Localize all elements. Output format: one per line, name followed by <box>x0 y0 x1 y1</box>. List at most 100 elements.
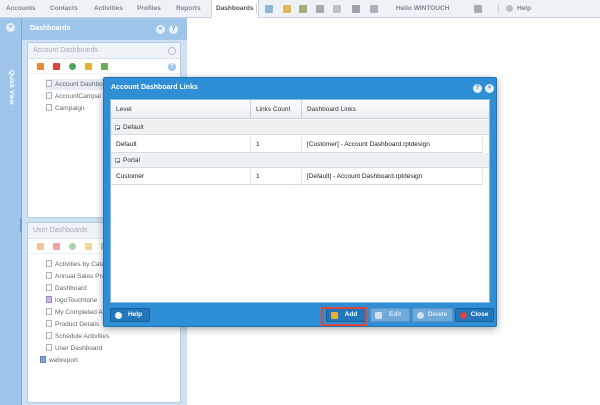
nav-dashboards[interactable]: Dashboards <box>211 0 259 18</box>
nav-separator <box>498 4 499 14</box>
close-button[interactable]: Close <box>455 308 494 322</box>
group-label: Default <box>123 124 144 131</box>
tree-item[interactable]: My Completed A <box>46 307 103 318</box>
account-dashboard-links-dialog: Account Dashboard Links ? × Level Links … <box>103 77 497 327</box>
tree-item[interactable]: Dashboard <box>46 283 87 294</box>
cell-dashboard-links: [Customer] - Account Dashboard.rptdesign <box>302 137 483 153</box>
edit-list-icon[interactable] <box>316 5 324 13</box>
cell-level: Default <box>111 137 251 153</box>
open-folder-icon[interactable] <box>283 5 291 13</box>
nav-profiles[interactable]: Profiles <box>137 0 161 18</box>
refresh-icon[interactable] <box>101 63 108 70</box>
quick-view-strip[interactable]: » Quick View <box>0 18 22 405</box>
settings-icon[interactable] <box>168 47 176 55</box>
help-button-label: Help <box>127 311 143 318</box>
add-button-highlight <box>321 307 367 326</box>
tree-item[interactable]: Annual Sales Pro <box>46 271 105 282</box>
group-row-default[interactable]: Default <box>111 120 489 135</box>
table-row[interactable]: Customer 1 [Default] - Account Dashboard… <box>111 169 483 185</box>
edit-button-label: Edit <box>388 311 402 318</box>
user-dashboards-title: User Dashboards <box>33 227 88 234</box>
delete-button-label: Delete <box>427 311 448 318</box>
account-dashboards-header: Account Dashboards <box>28 43 180 59</box>
account-toolbar: ? <box>28 59 180 74</box>
tree-item[interactable]: Activities by Cate <box>46 259 105 270</box>
file-icon <box>46 344 52 351</box>
table-row[interactable]: Default 1 [Customer] - Account Dashboard… <box>111 137 483 153</box>
image-icon <box>46 296 52 303</box>
notes-icon[interactable] <box>333 5 341 13</box>
screen-icon[interactable] <box>474 5 482 13</box>
nav-reports[interactable]: Reports <box>176 0 201 18</box>
cell-links-count: 1 <box>251 169 302 185</box>
file-icon <box>46 308 52 315</box>
tree-item-label: Campaign <box>55 105 85 112</box>
add-icon[interactable] <box>69 243 76 250</box>
tree-item-label: User Dashboard <box>55 345 103 352</box>
delete-button[interactable]: Delete <box>412 308 453 322</box>
file-icon <box>46 320 52 327</box>
edit-icon[interactable] <box>85 63 92 70</box>
cell-dashboard-links: [Default] - Account Dashboard.rptdesign <box>302 169 483 185</box>
tree-item-label: logoTouchtone <box>55 297 98 304</box>
quick-view-label: Quick View <box>8 70 15 105</box>
delete-icon[interactable] <box>53 243 60 250</box>
dialog-footer: Help Add Edit Delete Close <box>110 308 494 323</box>
collapse-group-icon[interactable] <box>115 125 120 130</box>
grid-header: Level Links Count Dashboard Links <box>111 100 489 119</box>
tree-item[interactable]: User Dashboard <box>46 343 102 354</box>
file-icon <box>46 80 52 87</box>
dashboards-header: Dashboards « ? <box>22 18 187 40</box>
edit-button[interactable]: Edit <box>370 308 410 322</box>
tree-item[interactable]: Product Details <box>46 319 99 330</box>
user-greeting[interactable]: Hello WINTOUCH <box>396 0 449 18</box>
column-links-count[interactable]: Links Count <box>251 100 302 119</box>
print-icon[interactable] <box>352 5 360 13</box>
dialog-title: Account Dashboard Links <box>111 84 198 91</box>
tree-item-label: My Completed A <box>55 309 103 316</box>
column-level[interactable]: Level <box>111 100 251 119</box>
import-icon[interactable] <box>299 5 307 13</box>
file-icon <box>46 284 52 291</box>
export-icon[interactable] <box>370 5 378 13</box>
tree-item-label: Product Details <box>55 321 100 328</box>
file-icon <box>46 260 52 267</box>
new-record-icon[interactable] <box>265 5 273 13</box>
close-button-label: Close <box>470 311 489 318</box>
home-icon[interactable] <box>37 243 44 250</box>
tree-item[interactable]: Schedule Activities <box>46 331 109 342</box>
account-dashboards-title: Account Dashboards <box>33 47 98 54</box>
home-icon[interactable] <box>37 63 44 70</box>
nav-accounts[interactable]: Accounts <box>6 0 36 18</box>
tree-item[interactable]: logoTouchtone <box>46 295 97 306</box>
edit-icon[interactable] <box>85 243 92 250</box>
help-link[interactable]: Help <box>517 0 531 18</box>
dialog-help-icon[interactable]: ? <box>473 84 482 93</box>
top-nav: Accounts Contacts Activities Profiles Re… <box>0 0 600 18</box>
group-row-portal[interactable]: Portal <box>111 153 489 168</box>
file-icon <box>46 332 52 339</box>
dialog-close-icon[interactable]: × <box>485 84 494 93</box>
web-report-icon <box>40 356 46 363</box>
collapse-group-icon[interactable] <box>115 158 120 163</box>
group-label: Portal <box>123 157 140 164</box>
expand-icon[interactable]: » <box>6 23 15 32</box>
toolbar-help-icon[interactable]: ? <box>168 63 176 71</box>
panel-help-icon[interactable]: ? <box>169 25 178 34</box>
nav-activities[interactable]: Activities <box>94 0 123 18</box>
add-icon[interactable] <box>69 63 76 70</box>
nav-contacts[interactable]: Contacts <box>50 0 78 18</box>
tree-item[interactable]: webreport <box>40 355 78 366</box>
tree-item[interactable]: Campaign <box>46 103 85 114</box>
cell-links-count: 1 <box>251 137 302 153</box>
collapse-icon[interactable]: « <box>156 25 165 34</box>
tree-item[interactable]: AccountCampai <box>46 91 101 102</box>
column-dashboard-links[interactable]: Dashboard Links <box>302 100 489 119</box>
tree-item-label: webreport <box>49 357 78 364</box>
help-button[interactable]: Help <box>110 308 150 322</box>
help-icon[interactable] <box>506 5 513 12</box>
delete-icon[interactable] <box>53 63 60 70</box>
tree-item-label: Annual Sales Pro <box>55 273 106 280</box>
tree-item-label: Account Dashbo <box>55 81 103 88</box>
file-icon <box>46 104 52 111</box>
